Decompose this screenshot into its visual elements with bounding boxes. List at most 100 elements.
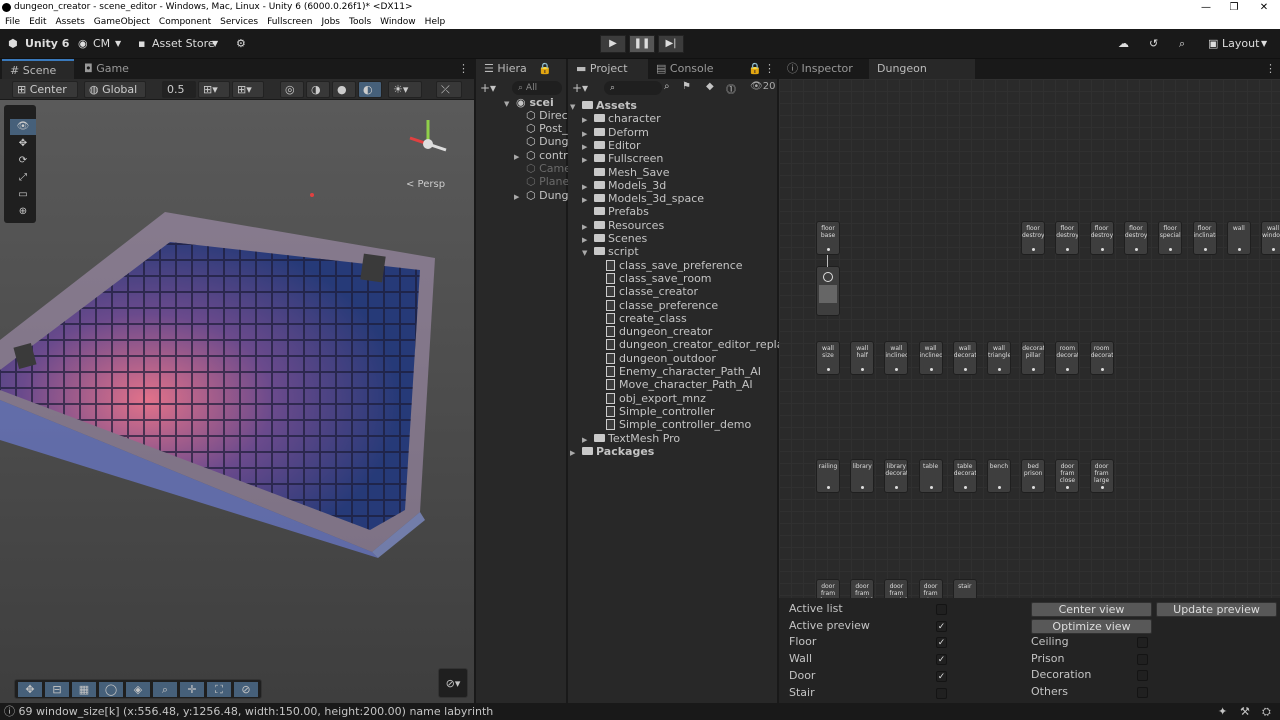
project-root-packages[interactable]: ▶ Packages (570, 445, 654, 458)
asset-store-dropdown[interactable]: Asset Store (152, 36, 215, 52)
prefab-node[interactable]: wall inclinec (884, 341, 909, 375)
menu-component[interactable]: Component (159, 17, 211, 27)
effects-toggle-icon[interactable]: ⤫ (436, 81, 462, 98)
cloud-icon[interactable]: ☁ (1118, 36, 1129, 52)
prefab-node[interactable]: library (850, 459, 875, 493)
project-folder[interactable]: ▶ Editor (582, 139, 641, 152)
zoom-icon[interactable]: ⌕ (153, 682, 177, 697)
prefab-node[interactable]: bench (987, 459, 1011, 493)
project-script[interactable]: Simple_controller (606, 405, 715, 418)
menu-file[interactable]: File (5, 17, 20, 27)
project-folder[interactable]: ▶ Fullscreen (582, 152, 663, 165)
unity-logo-icon[interactable]: ⬢ (8, 36, 18, 52)
prefab-node[interactable]: bed prison (1021, 459, 1046, 493)
projection-label[interactable]: < Persp (406, 179, 445, 190)
shading-wireframe-icon[interactable]: ◎ (280, 81, 304, 98)
prefab-node[interactable]: floor destroy (1089, 221, 1114, 255)
move-tool-icon[interactable]: ✥ (10, 136, 36, 152)
hierarchy-row[interactable]: ⬡ Direc (526, 109, 568, 122)
node-graph[interactable]: floor base floor destroy floor destroy floo… (779, 79, 1280, 598)
debug-icon[interactable]: ⛭ (1262, 703, 1271, 720)
shading-unlit-icon[interactable]: ● (332, 81, 356, 98)
kebab-menu-icon[interactable]: ⋮ (1265, 62, 1276, 75)
shading-lit-icon[interactable]: ◐ (358, 81, 382, 98)
space-dropdown[interactable]: ◍ Global ▼ (84, 81, 146, 110)
option-checkbox[interactable] (1137, 670, 1148, 682)
project-folder[interactable]: ▶ Resources (582, 219, 664, 232)
prefab-node[interactable]: wall (1226, 221, 1251, 255)
collab-icon[interactable]: ✦ (1218, 703, 1227, 720)
rotate-tool-icon[interactable]: ⟳ (10, 153, 36, 169)
tab-inspector[interactable]: ⓘ Inspector (779, 59, 869, 79)
tab-console[interactable]: ▤ Console (648, 59, 728, 79)
play-button[interactable]: ▶ (600, 35, 626, 53)
project-folder[interactable]: ▶ Scenes (582, 232, 647, 245)
project-script[interactable]: create_class (606, 312, 687, 325)
menu-edit[interactable]: Edit (29, 17, 46, 27)
step-button[interactable]: ▶| (658, 35, 684, 53)
option-checkbox[interactable]: ✓ (936, 670, 947, 682)
maximize-icon[interactable]: ❐ (1220, 0, 1248, 15)
optimize-view-button[interactable]: Optimize view (1031, 619, 1152, 634)
menu-window[interactable]: Window (380, 17, 416, 27)
pan-icon[interactable]: ✛ (180, 682, 204, 697)
project-folder[interactable]: Mesh_Save (582, 166, 669, 179)
project-script[interactable]: classe_preference (606, 299, 718, 312)
orientation-gizmo[interactable] (402, 114, 454, 170)
scene-root-row[interactable]: ▼ ◉ scei (504, 96, 554, 109)
hierarchy-row[interactable]: ▶ ⬡ Dung (514, 189, 569, 202)
option-checkbox[interactable] (1137, 653, 1148, 665)
prefab-node[interactable]: room decorati (1055, 341, 1080, 375)
project-folder[interactable]: ▶ TextMesh Pro (582, 432, 680, 445)
add-icon[interactable]: +▾ (572, 81, 588, 95)
tab-hierarchy[interactable]: ☰ Hiera 🔒 ⋮ (476, 59, 566, 95)
option-checkbox[interactable] (1137, 637, 1148, 648)
grid-snap-button[interactable]: ⊞▾ (198, 81, 230, 98)
history-icon[interactable]: ↺ (1149, 36, 1158, 52)
account-icon[interactable]: ◉ (78, 36, 88, 52)
menu-services[interactable]: Services (220, 17, 258, 27)
prefab-node[interactable]: library decorati (884, 459, 909, 493)
menu-help[interactable]: Help (425, 17, 446, 27)
frame-icon[interactable]: ⛶ (207, 682, 231, 697)
project-script[interactable]: class_save_room (606, 272, 712, 285)
prefab-node[interactable]: wall decorati (952, 341, 977, 375)
hierarchy-row[interactable]: ⬡ Dung (526, 135, 569, 148)
option-checkbox[interactable] (936, 687, 947, 699)
project-search-input[interactable]: ⌕ (604, 81, 662, 95)
pivot-dropdown[interactable]: ⊞ Center ▼ (12, 81, 78, 110)
prefab-node[interactable]: table decorati (952, 459, 977, 493)
tab-project[interactable]: ▬ Project (568, 59, 648, 79)
prefab-node[interactable]: door fram close (1055, 459, 1080, 493)
project-folder[interactable]: ▼ script (582, 245, 639, 258)
project-folder[interactable]: ▶ Deform (582, 126, 649, 139)
menu-assets[interactable]: Assets (56, 17, 85, 27)
prefab-node[interactable]: floor destroy (1123, 221, 1148, 255)
prefab-node[interactable]: floor destroy (1021, 221, 1045, 255)
menu-jobs[interactable]: Jobs (321, 17, 340, 27)
hierarchy-row[interactable]: ⬡ Post_ (526, 122, 568, 135)
project-script[interactable]: Enemy_character_Path_AI (606, 365, 761, 378)
kebab-menu-icon[interactable]: ⋮ (458, 62, 469, 75)
prefab-node[interactable]: door fram entrance (918, 579, 943, 598)
option-checkbox[interactable]: ✓ (936, 654, 947, 666)
minimize-icon[interactable]: — (1192, 0, 1220, 15)
hierarchy-row[interactable]: ▶ ⬡ contr (514, 149, 568, 162)
rotate-overlay-icon[interactable]: ◯ (99, 682, 123, 697)
layout-dropdown[interactable]: Layout (1222, 36, 1259, 52)
compass-icon[interactable]: ⊘ (234, 682, 258, 697)
move-overlay-icon[interactable]: ✥ (18, 682, 42, 697)
tab-dungeon-creator[interactable]: Dungeon Creator (869, 59, 975, 95)
pause-button[interactable]: ❚❚ (629, 35, 655, 53)
align-icon[interactable]: ⊟ (45, 682, 69, 697)
option-checkbox[interactable]: ✓ (936, 620, 947, 632)
prefab-node[interactable]: door fram large (1089, 459, 1114, 493)
grid-visibility-button[interactable]: ⊞▾ (232, 81, 264, 98)
label-icon[interactable]: ◆ (706, 81, 714, 92)
prefab-node[interactable]: door fram special (850, 579, 875, 598)
project-script[interactable]: dungeon_outdoor (606, 352, 716, 365)
center-view-button[interactable]: Center view (1031, 602, 1152, 617)
prefab-node[interactable]: room decorati (1089, 341, 1114, 375)
close-icon[interactable]: ✕ (1250, 0, 1278, 15)
tab-scene[interactable]: # Scene (2, 59, 74, 79)
